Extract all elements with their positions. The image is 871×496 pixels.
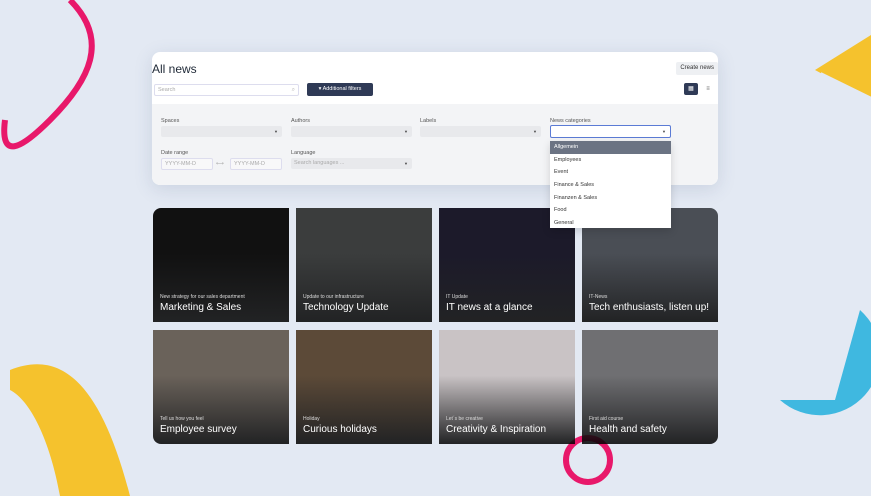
dropdown-option[interactable]: Food xyxy=(550,204,671,217)
card-title: Tech enthusiasts, listen up! xyxy=(589,302,710,313)
chevron-down-icon: ▼ xyxy=(533,129,537,134)
date-range-label: Date range xyxy=(161,150,189,156)
news-categories-select[interactable]: ▼ xyxy=(550,125,671,138)
card-title: Creativity & Inspiration xyxy=(446,424,547,435)
labels-label: Labels xyxy=(420,118,437,124)
additional-filters-button[interactable]: ▾ Additional filters xyxy=(307,83,373,96)
card-subtitle: First aid course xyxy=(589,416,624,422)
dropdown-option[interactable]: Finance & Sales xyxy=(550,179,671,192)
chevron-down-icon: ▼ xyxy=(662,129,666,134)
news-card[interactable]: Holiday Curious holidays xyxy=(296,330,432,444)
authors-label: Authors xyxy=(291,118,310,124)
card-subtitle: Let´s be creative xyxy=(446,416,483,422)
language-label: Language xyxy=(291,150,316,156)
date-from-input[interactable]: YYYY-MM-D xyxy=(161,158,213,170)
news-card[interactable]: Tell us how you feel Employee survey xyxy=(153,330,289,444)
card-title: Health and safety xyxy=(589,424,667,435)
grid-view-icon[interactable]: ▦ xyxy=(684,83,698,95)
news-categories-label: News categories xyxy=(550,118,591,124)
news-card[interactable]: Update to our infrastructure Technology U… xyxy=(296,208,432,322)
card-subtitle: Holiday xyxy=(303,416,320,422)
chevron-down-icon: ▼ xyxy=(404,129,408,134)
search-input[interactable]: Search ⌕ xyxy=(154,84,299,96)
language-placeholder: Search languages ... xyxy=(294,160,345,166)
card-subtitle: IT Update xyxy=(446,294,468,300)
spaces-label: Spaces xyxy=(161,118,180,124)
news-card[interactable]: Let´s be creative Creativity & Inspiratio… xyxy=(439,330,575,444)
card-title: Technology Update xyxy=(303,302,389,313)
card-subtitle: Tell us how you feel xyxy=(160,416,204,422)
spaces-select[interactable]: ▼ xyxy=(161,126,282,137)
card-title: IT news at a glance xyxy=(446,302,533,313)
labels-select[interactable]: ▼ xyxy=(420,126,541,137)
search-icon: ⌕ xyxy=(291,87,295,93)
card-subtitle: Update to our infrastructure xyxy=(303,294,364,300)
page-title: All news xyxy=(152,62,197,76)
dropdown-option[interactable]: Allgemein xyxy=(550,141,671,154)
chevron-down-icon: ▼ xyxy=(404,161,408,166)
news-card[interactable]: New strategy for our sales department Mar… xyxy=(153,208,289,322)
date-separator: ⟷ xyxy=(216,161,224,167)
date-to-input[interactable]: YYYY-MM-D xyxy=(230,158,282,170)
news-categories-dropdown: Allgemein Employees Event Finance & Sale… xyxy=(550,141,671,228)
card-subtitle: IT-News xyxy=(589,294,608,300)
create-news-button[interactable]: Create news xyxy=(676,62,718,75)
dropdown-option[interactable]: Employees xyxy=(550,154,671,167)
card-title: Marketing & Sales xyxy=(160,302,242,313)
dropdown-option[interactable]: Finanzen & Sales xyxy=(550,192,671,205)
list-view-icon[interactable]: ≡ xyxy=(701,83,715,95)
card-title: Employee survey xyxy=(160,424,237,435)
language-select[interactable]: Search languages ... ▼ xyxy=(291,158,412,169)
chevron-down-icon: ▼ xyxy=(274,129,278,134)
news-card[interactable]: First aid course Health and safety xyxy=(582,330,718,444)
authors-select[interactable]: ▼ xyxy=(291,126,412,137)
card-subtitle: New strategy for our sales department xyxy=(160,294,245,300)
additional-filters-label: Additional filters xyxy=(322,86,362,92)
search-placeholder: Search xyxy=(158,87,176,93)
card-title: Curious holidays xyxy=(303,424,377,435)
dropdown-option[interactable]: Event xyxy=(550,166,671,179)
dropdown-option[interactable]: General xyxy=(550,217,671,228)
